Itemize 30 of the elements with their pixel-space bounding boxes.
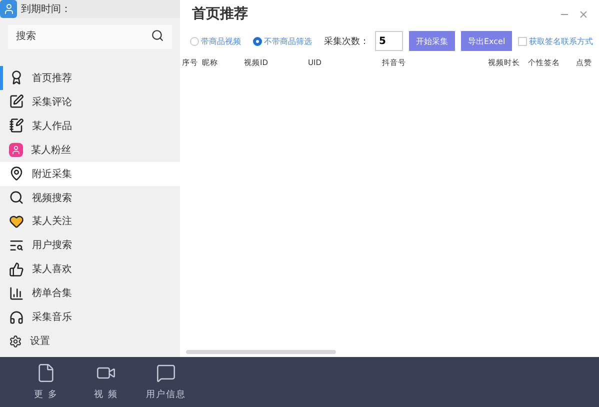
notebook-icon	[9, 118, 24, 134]
nav-item[interactable]: 更 多	[16, 357, 76, 407]
search-icon	[9, 190, 24, 206]
award-icon	[9, 70, 24, 86]
person-icon	[9, 142, 23, 157]
text-search-icon	[9, 238, 24, 253]
search-icon[interactable]	[151, 29, 164, 42]
search-field[interactable]: 搜索	[8, 24, 172, 48]
nav-item[interactable]: 用户信息	[136, 357, 196, 407]
expiry-label: 到期时间：	[21, 2, 71, 16]
page-title: 首页推荐	[192, 5, 248, 23]
thumbs-up-icon	[9, 262, 24, 277]
headphones-icon	[9, 310, 24, 325]
heart-icon	[9, 214, 24, 229]
count-label: 采集次数：	[324, 36, 369, 48]
chat-bubble-icon	[156, 363, 176, 383]
nav-item[interactable]: 视 频	[76, 357, 136, 407]
file-icon	[36, 363, 56, 383]
radio-option[interactable]: 不带商品筛选	[253, 36, 312, 46]
map-pin-icon	[9, 166, 24, 182]
bar-chart-icon	[9, 286, 24, 301]
count-input[interactable]: 5	[375, 31, 403, 51]
scrollbar-thumb[interactable]	[186, 350, 336, 354]
close-icon[interactable]	[578, 8, 589, 20]
sidebar-item[interactable]: 附近采集	[0, 162, 180, 186]
app-logo-icon	[0, 0, 17, 18]
settings-icon	[9, 334, 22, 348]
signature-checkbox[interactable]: 获取签名联系方式	[518, 36, 594, 46]
pen-square-icon	[9, 94, 24, 110]
radio-option[interactable]: 带商品视频	[190, 36, 241, 46]
